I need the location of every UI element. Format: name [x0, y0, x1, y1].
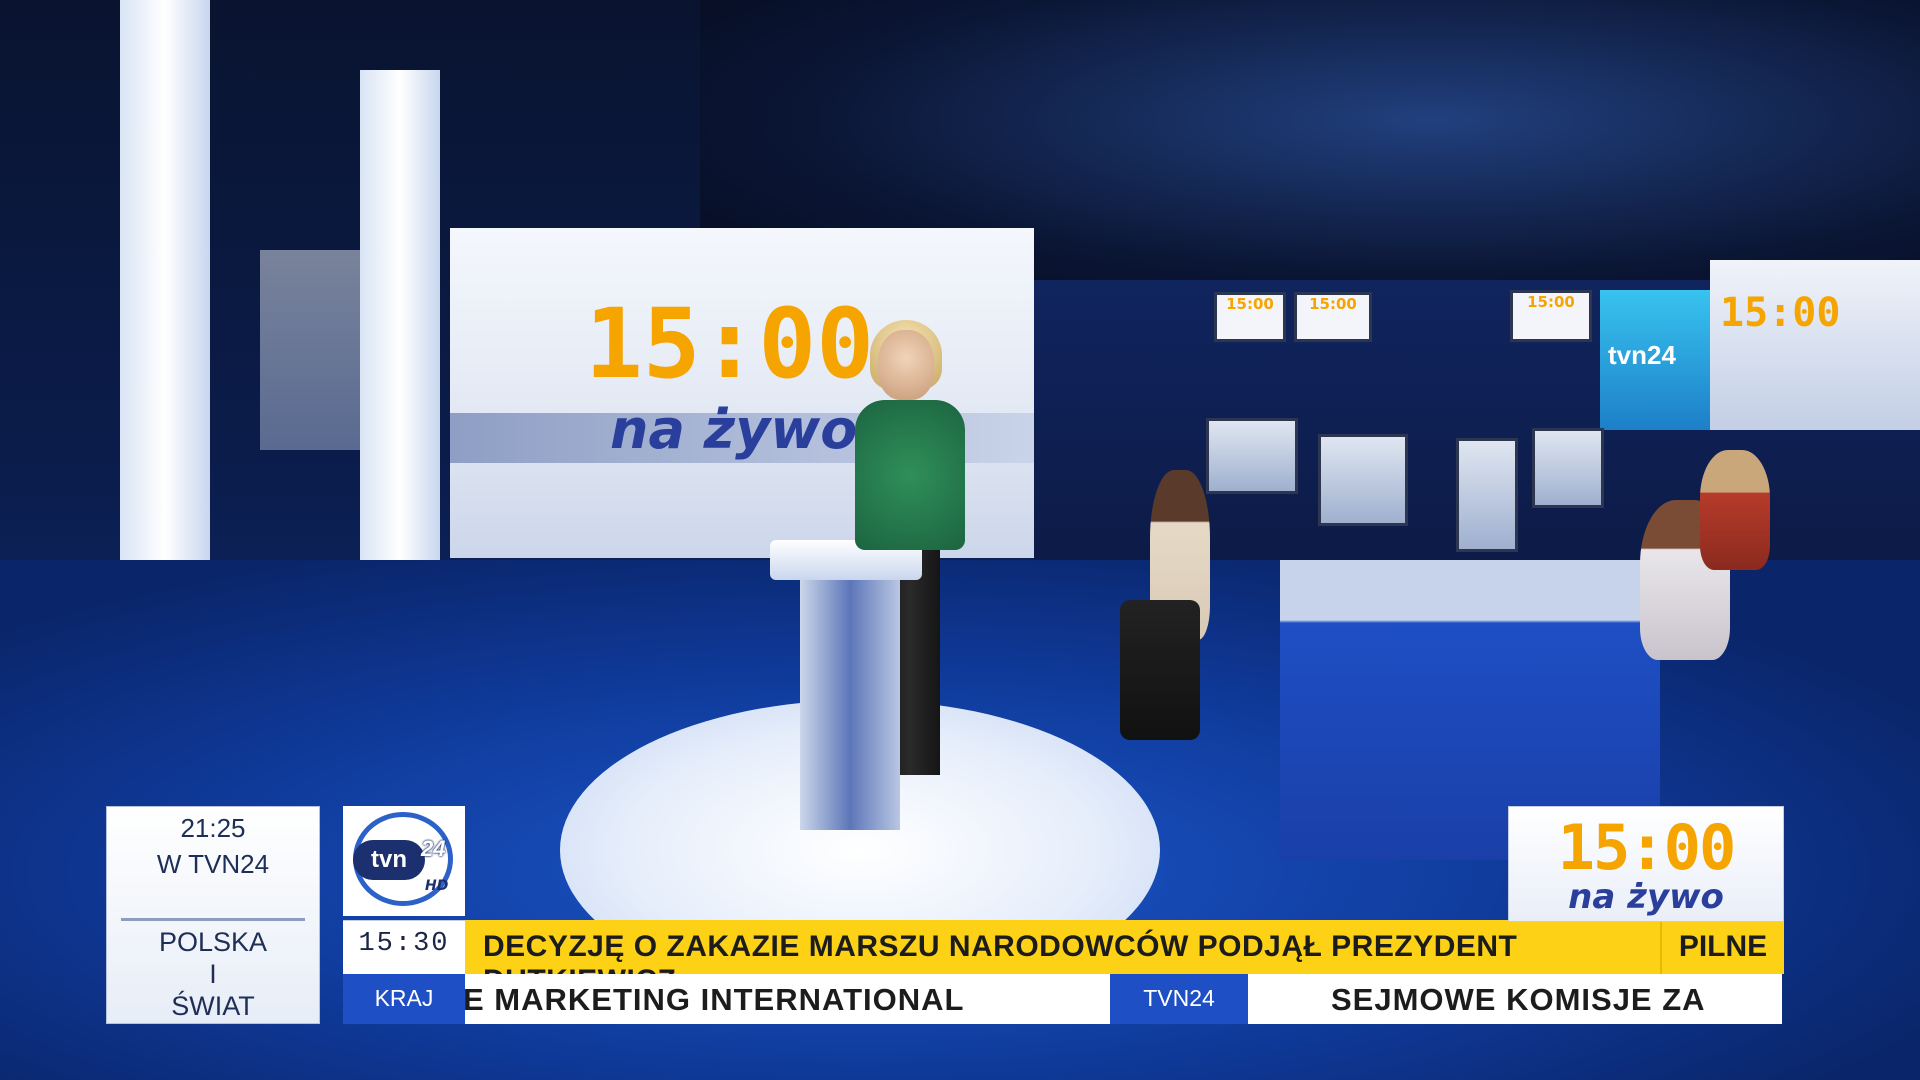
ticker-item: E MARKETING INTERNATIONAL [465, 982, 965, 1017]
monitor-label: 15:00 [1217, 295, 1283, 339]
upcoming-show-card: 21:25 W TVN24 POLSKA I ŚWIAT [106, 806, 320, 1024]
ticker-section: KRAJ [343, 974, 465, 1024]
wall-time-far: 15:00 [1720, 290, 1841, 336]
wall-subtitle: na żywo [610, 398, 858, 461]
studio-screen-far-right: 15:00 [1710, 260, 1920, 430]
upcoming-title-line: I [209, 959, 217, 989]
desk-monitor [1456, 438, 1518, 552]
show-logo: 15:00 na żywo [1508, 806, 1784, 922]
upcoming-title-line: POLSKA [158, 927, 268, 957]
monitor-label: 15:00 [1297, 295, 1369, 339]
glass-panel [260, 250, 360, 450]
ticker-separator: TVN24 [1110, 974, 1248, 1024]
show-time: 15:00 [1557, 811, 1737, 884]
presenter-face [878, 330, 934, 400]
studio-monitor: 15:00 [1510, 290, 1592, 342]
wall-logo: tvn24 [1608, 340, 1676, 370]
desk-monitor [1318, 434, 1408, 526]
studio-monitor: 15:00 [1214, 292, 1286, 342]
breaking-tag: PILNE [1660, 920, 1784, 974]
clock-time: 15:30 [358, 929, 450, 959]
headline-bar: DECYZJĘ O ZAKAZIE MARSZU NARODOWCÓW PODJ… [465, 920, 1660, 997]
wall-time: 15:00 [585, 288, 874, 400]
ticker-separator-label: TVN24 [1143, 985, 1215, 1011]
podium-column [800, 580, 900, 830]
upcoming-channel: W TVN24 [156, 849, 270, 879]
staff-member [1700, 450, 1770, 570]
office-chair [1120, 600, 1200, 740]
logo-number: 24 [421, 836, 446, 861]
studio-screen-right: tvn24 [1600, 290, 1710, 430]
card-divider [121, 918, 305, 921]
studio-monitor: 15:00 [1294, 292, 1372, 342]
breaking-label: PILNE [1678, 930, 1768, 963]
hd-badge: HD [425, 878, 449, 894]
desk-monitor [1532, 428, 1604, 508]
logo-name: tvn [353, 840, 425, 880]
presenter-body [855, 400, 965, 550]
clock: 15:30 [343, 920, 465, 975]
upcoming-title-line: ŚWIAT [171, 991, 255, 1021]
news-ticker: E MARKETING INTERNATIONAL TVN24 SEJMOWE … [465, 974, 1782, 1024]
monitor-label: 15:00 [1513, 293, 1589, 339]
ticker-section-label: KRAJ [374, 985, 434, 1011]
ticker-item: SEJMOWE KOMISJE ZA [1331, 982, 1706, 1017]
desk-monitor [1206, 418, 1298, 494]
upcoming-time: 21:25 [180, 813, 246, 843]
show-subtitle: na żywo [1568, 877, 1724, 917]
channel-logo: tvn 24 HD [343, 806, 465, 916]
